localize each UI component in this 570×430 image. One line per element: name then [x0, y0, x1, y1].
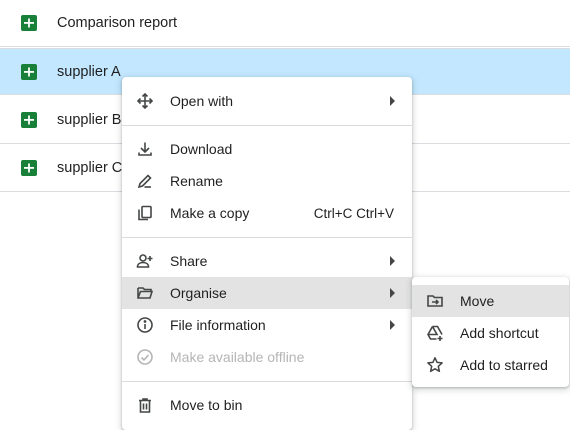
- menu-item-label: Share: [170, 253, 208, 269]
- folder-open-icon: [135, 283, 155, 303]
- chevron-right-icon: [390, 256, 395, 266]
- offline-check-icon: [135, 347, 155, 367]
- menu-divider: [122, 381, 412, 382]
- star-icon: [425, 355, 445, 375]
- sheets-icon: [21, 63, 37, 80]
- menu-divider: [122, 237, 412, 238]
- menu-item-label: Open with: [170, 93, 234, 109]
- submenu-item-add-to-starred[interactable]: Add to starred: [412, 349, 569, 381]
- chevron-right-icon: [390, 288, 395, 298]
- download-icon: [135, 139, 155, 159]
- menu-item-open-with[interactable]: Open with: [122, 85, 412, 117]
- chevron-right-icon: [390, 320, 395, 330]
- menu-item-label: Move: [460, 293, 495, 309]
- menu-item-label: Add to starred: [460, 357, 548, 373]
- menu-item-make-a-copy[interactable]: Make a copy Ctrl+C Ctrl+V: [122, 197, 412, 229]
- file-name: supplier B: [57, 112, 122, 128]
- chevron-right-icon: [390, 96, 395, 106]
- sheets-icon: [21, 15, 37, 31]
- menu-item-label: Add shortcut: [460, 325, 539, 341]
- menu-item-label: Organise: [170, 285, 227, 301]
- keyboard-shortcut: Ctrl+C Ctrl+V: [313, 205, 394, 221]
- organise-submenu: Move Add shortcut Add to starred: [412, 277, 569, 387]
- menu-item-share[interactable]: Share: [122, 245, 412, 277]
- add-person-icon: [135, 251, 155, 271]
- pencil-icon: [135, 171, 155, 191]
- menu-item-file-information[interactable]: File information: [122, 309, 412, 341]
- move-to-folder-icon: [425, 291, 445, 311]
- menu-item-organise[interactable]: Organise: [122, 277, 412, 309]
- file-name: supplier C: [57, 160, 123, 176]
- sheets-icon: [21, 112, 37, 128]
- trash-icon: [135, 395, 155, 415]
- move-arrows-icon: [135, 91, 155, 111]
- menu-item-label: Rename: [170, 173, 223, 189]
- menu-item-make-available-offline: Make available offline: [122, 341, 412, 373]
- menu-item-label: Make available offline: [170, 349, 305, 365]
- menu-item-label: Download: [170, 141, 233, 157]
- copy-icon: [135, 203, 155, 223]
- file-name: supplier A: [57, 63, 121, 80]
- file-row-comparison-report[interactable]: Comparison report: [0, 0, 570, 47]
- menu-item-label: File information: [170, 317, 266, 333]
- menu-item-label: Move to bin: [170, 397, 243, 413]
- context-menu: Open with Download Rename Make a copy Ct…: [122, 77, 412, 430]
- menu-item-label: Make a copy: [170, 205, 250, 221]
- menu-item-move-to-bin[interactable]: Move to bin: [122, 389, 412, 421]
- submenu-item-add-shortcut[interactable]: Add shortcut: [412, 317, 569, 349]
- sheets-icon: [21, 160, 37, 176]
- submenu-item-move[interactable]: Move: [412, 285, 569, 317]
- add-shortcut-drive-icon: [425, 323, 445, 343]
- info-icon: [135, 315, 155, 335]
- menu-item-download[interactable]: Download: [122, 133, 412, 165]
- file-name: Comparison report: [57, 15, 178, 31]
- menu-divider: [122, 125, 412, 126]
- menu-item-rename[interactable]: Rename: [122, 165, 412, 197]
